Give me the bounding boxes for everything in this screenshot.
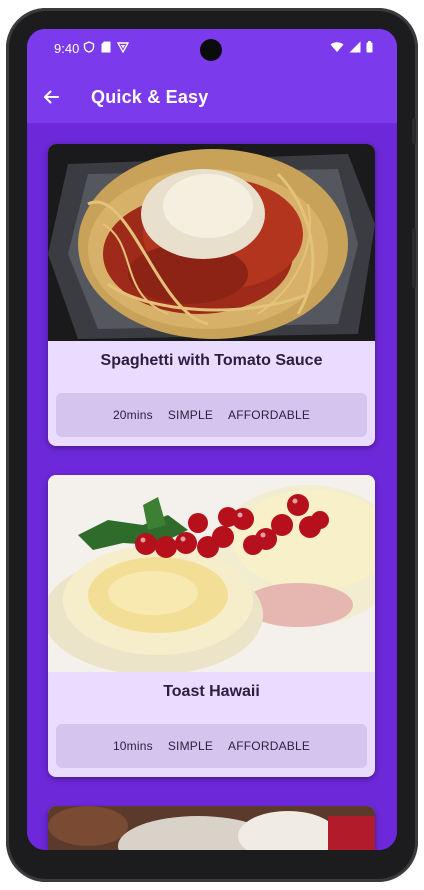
signal-icon bbox=[349, 41, 361, 53]
shield-icon bbox=[83, 41, 95, 53]
battery-icon bbox=[366, 41, 373, 53]
meal-complexity: SIMPLE bbox=[167, 739, 214, 753]
volume-button bbox=[412, 228, 416, 288]
meal-meta-bar: 10mins SIMPLE AFFORDABLE bbox=[56, 724, 367, 768]
app-bar: Quick & Easy bbox=[27, 69, 397, 123]
meal-duration: 10mins bbox=[112, 739, 153, 753]
front-camera bbox=[200, 39, 222, 61]
sd-card-icon bbox=[101, 41, 111, 53]
wifi-icon bbox=[330, 42, 344, 52]
meal-complexity: SIMPLE bbox=[167, 408, 214, 422]
arrow-back-icon bbox=[44, 90, 59, 104]
meal-image bbox=[48, 806, 375, 850]
meal-duration: 20mins bbox=[112, 408, 153, 422]
meal-meta-bar: 20mins SIMPLE AFFORDABLE bbox=[56, 393, 367, 437]
meal-image bbox=[48, 144, 375, 341]
meal-card[interactable]: Spaghetti with Tomato Sauce 20mins SIMPL… bbox=[48, 144, 375, 446]
meal-card[interactable]: Toast Hawaii 10mins SIMPLE AFFORDABLE bbox=[48, 475, 375, 777]
status-time: 9:40 bbox=[54, 41, 80, 56]
page-title: Quick & Easy bbox=[91, 87, 209, 107]
status-bar: 9:40 bbox=[27, 29, 397, 69]
meal-card[interactable] bbox=[48, 806, 375, 850]
power-button bbox=[412, 118, 416, 144]
screen: 9:40 Quick & Easy Spaghetti with Tomato … bbox=[27, 29, 397, 850]
meal-title: Spaghetti with Tomato Sauce bbox=[100, 352, 323, 369]
meal-affordability: AFFORDABLE bbox=[228, 408, 311, 422]
play-protect-icon bbox=[117, 42, 129, 53]
meal-image bbox=[48, 475, 375, 672]
meal-affordability: AFFORDABLE bbox=[228, 739, 311, 753]
back-button[interactable] bbox=[37, 83, 65, 111]
meal-title: Toast Hawaii bbox=[163, 683, 260, 700]
